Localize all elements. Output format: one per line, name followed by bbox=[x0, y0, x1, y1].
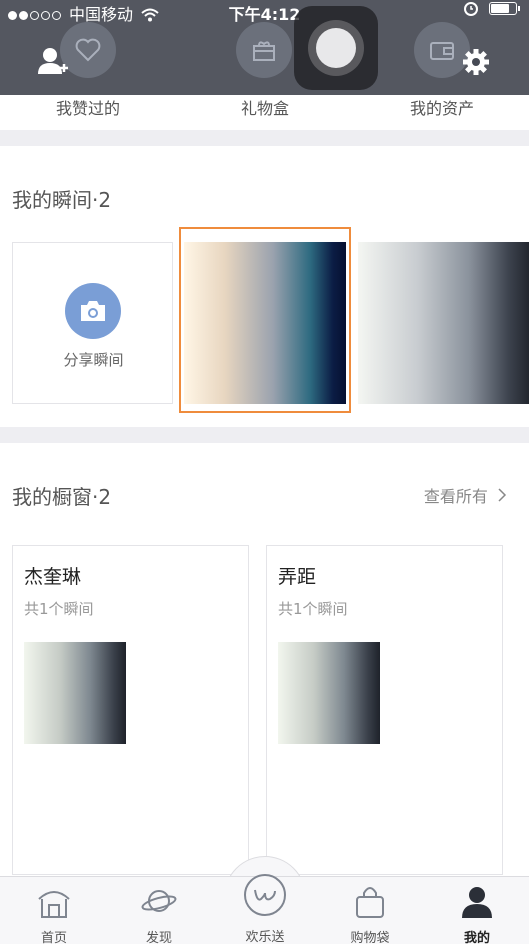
showcase-card-count: 共1个瞬间 bbox=[278, 600, 348, 618]
tab-happy-delivery[interactable]: 欢乐送 bbox=[224, 856, 306, 944]
tab-home-label: 首页 bbox=[40, 931, 67, 944]
showcase-card-count: 共1个瞬间 bbox=[24, 600, 94, 618]
showcase-card-name: 杰奎琳 bbox=[24, 566, 82, 588]
moment-thumbnail-1[interactable] bbox=[184, 242, 346, 404]
tab-discover[interactable]: 发现 bbox=[119, 877, 199, 944]
battery-icon bbox=[489, 1, 520, 15]
camera-icon bbox=[81, 301, 105, 321]
my-moments-title: 我的瞬间·2 bbox=[12, 188, 112, 212]
wallet-icon bbox=[430, 42, 454, 60]
moment-thumbnail-2[interactable] bbox=[358, 242, 529, 404]
home-icon bbox=[38, 891, 70, 918]
share-moment-label: 分享瞬间 bbox=[63, 351, 124, 369]
liked-shortcut-button[interactable] bbox=[60, 22, 116, 78]
wifi-icon bbox=[141, 8, 159, 22]
w-logo-icon bbox=[254, 889, 276, 901]
shortcut-labels-row: 我赞过的 礼物盒 我的资产 bbox=[0, 95, 529, 130]
camera-button bbox=[65, 283, 121, 339]
heart-icon bbox=[75, 38, 101, 62]
shortcut-label-assets[interactable]: 我的资产 bbox=[372, 95, 512, 119]
planet-icon bbox=[141, 890, 177, 912]
showcase-card-2[interactable]: 弄距 共1个瞬间 bbox=[266, 545, 503, 875]
alarm-icon bbox=[464, 2, 478, 16]
showcase-card-thumbnail bbox=[278, 642, 380, 744]
shortcut-label-liked[interactable]: 我赞过的 bbox=[18, 95, 158, 119]
gift-icon bbox=[253, 41, 275, 61]
see-all-link[interactable]: 查看所有 bbox=[424, 483, 507, 507]
tab-me-label: 我的 bbox=[463, 931, 490, 944]
tab-happy-delivery-label: 欢乐送 bbox=[245, 930, 285, 944]
tab-shopping-bag[interactable]: 购物袋 bbox=[330, 877, 410, 944]
profile-header-overlay: 中国移动 下午4:12 bbox=[0, 0, 529, 95]
tab-shopping-bag-label: 购物袋 bbox=[350, 931, 390, 944]
status-right bbox=[463, 0, 520, 16]
tab-home[interactable]: 首页 bbox=[14, 877, 94, 944]
my-showcase-title: 我的橱窗·2 bbox=[12, 485, 112, 509]
settings-gear-icon[interactable] bbox=[462, 48, 490, 76]
showcase-card-1[interactable]: 杰奎琳 共1个瞬间 bbox=[12, 545, 249, 875]
share-moment-card[interactable]: 分享瞬间 bbox=[12, 242, 173, 404]
gift-box-shortcut-button[interactable] bbox=[236, 22, 292, 78]
showcase-card-name: 弄距 bbox=[278, 566, 317, 588]
shortcut-label-gift-box[interactable]: 礼物盒 bbox=[195, 95, 335, 119]
showcase-card-thumbnail bbox=[24, 642, 126, 744]
w-logo-button bbox=[244, 874, 286, 916]
signal-strength-icon bbox=[8, 10, 61, 20]
chevron-right-icon bbox=[498, 488, 507, 502]
bag-icon bbox=[356, 887, 384, 918]
tab-me[interactable]: 我的 bbox=[437, 877, 517, 944]
assistive-touch-button[interactable] bbox=[294, 6, 378, 90]
see-all-label: 查看所有 bbox=[423, 487, 488, 506]
tab-discover-label: 发现 bbox=[145, 931, 172, 944]
add-friend-icon[interactable] bbox=[38, 46, 68, 78]
person-icon bbox=[462, 887, 492, 918]
